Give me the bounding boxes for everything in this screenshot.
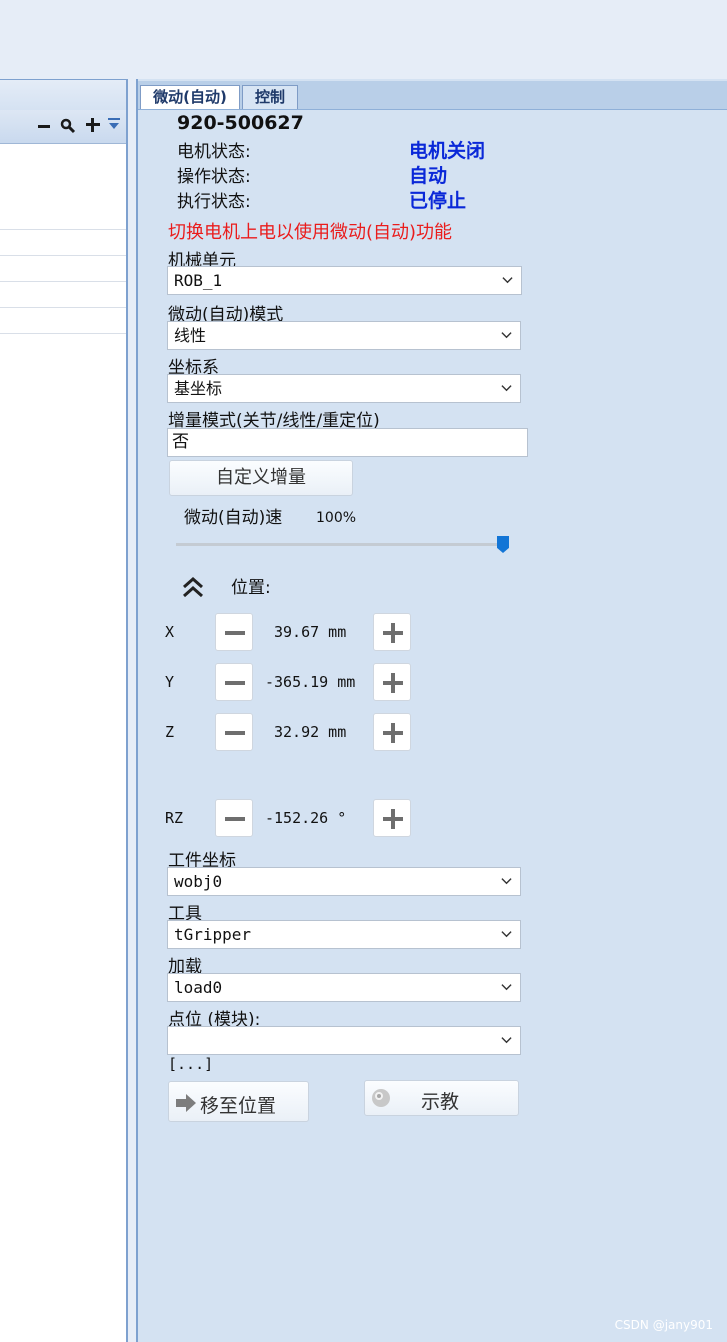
mech-unit-value: ROB_1 xyxy=(174,271,223,290)
list-row-divider xyxy=(0,255,126,256)
jog-mode-value: 线性 xyxy=(174,326,207,345)
watermark: CSDN @jany901 xyxy=(614,1318,713,1332)
z-plus-button[interactable] xyxy=(373,713,411,751)
teach-pin-icon xyxy=(372,1089,390,1107)
motor-warning: 切换电机上电以使用微动(自动)功能 xyxy=(168,222,453,243)
load-select[interactable]: load0 xyxy=(167,973,521,1002)
jog-speed-label: 微动(自动)速 xyxy=(184,508,283,528)
chevron-down-icon xyxy=(501,1037,512,1044)
point-module-select[interactable] xyxy=(167,1026,521,1055)
rz-plus-button[interactable] xyxy=(373,799,411,837)
move-to-position-label: 移至位置 xyxy=(200,1095,277,1117)
minus-icon xyxy=(225,731,245,735)
minus-icon[interactable] xyxy=(37,120,51,132)
left-panel-header xyxy=(0,79,126,111)
rz-minus-button[interactable] xyxy=(215,799,253,837)
chevron-down-icon xyxy=(501,984,512,991)
tab-control[interactable]: 控制 xyxy=(242,85,298,109)
list-row-divider xyxy=(0,229,126,230)
operation-state-label: 操作状态: xyxy=(177,167,251,187)
list-row-divider xyxy=(0,281,126,282)
axis-y-value: -365.19 mm xyxy=(265,673,356,691)
motor-state-value: 电机关闭 xyxy=(409,140,486,162)
axis-z-name: Z xyxy=(165,723,175,741)
jog-mode-select[interactable]: 线性 xyxy=(167,321,521,350)
tool-value: tGripper xyxy=(174,925,252,944)
point-browse-ellipsis[interactable]: [...] xyxy=(168,1055,213,1073)
list-row-divider xyxy=(0,307,126,308)
z-minus-button[interactable] xyxy=(215,713,253,751)
list-row-divider xyxy=(0,333,126,334)
chevron-down-icon xyxy=(501,332,512,339)
custom-increment-button[interactable]: 自定义增量 xyxy=(169,460,353,496)
position-label: 位置: xyxy=(231,578,271,598)
y-minus-button[interactable] xyxy=(215,663,253,701)
increment-mode-field[interactable]: 否 xyxy=(167,428,528,457)
minus-icon xyxy=(225,817,245,821)
axis-x-name: X xyxy=(165,623,175,641)
workobject-value: wobj0 xyxy=(174,872,223,891)
axis-x-value: 39.67 mm xyxy=(274,623,347,641)
tab-jog-auto[interactable]: 微动(自动) xyxy=(140,85,240,109)
tool-select[interactable]: tGripper xyxy=(167,920,521,949)
axis-y-name: Y xyxy=(165,673,175,691)
chevron-down-icon xyxy=(502,277,513,284)
left-panel xyxy=(0,79,128,1342)
axis-rz-name: RZ xyxy=(165,809,184,827)
minus-icon xyxy=(225,681,245,685)
search-icon[interactable] xyxy=(60,118,76,134)
axis-z-value: 32.92 mm xyxy=(274,723,347,741)
dropdown-icon[interactable] xyxy=(107,116,121,134)
arrow-right-icon xyxy=(176,1094,196,1112)
x-plus-button[interactable] xyxy=(373,613,411,651)
execution-state-label: 执行状态: xyxy=(177,192,251,212)
coord-system-value: 基坐标 xyxy=(174,379,223,398)
jog-speed-value: 100% xyxy=(316,510,357,526)
chevron-down-icon xyxy=(501,878,512,885)
teach-button[interactable]: 示教 xyxy=(364,1080,519,1116)
motor-state-label: 电机状态: xyxy=(177,142,251,162)
x-minus-button[interactable] xyxy=(215,613,253,651)
device-id: 920-500627 xyxy=(177,112,304,134)
jog-speed-slider-track[interactable] xyxy=(176,543,508,546)
y-plus-button[interactable] xyxy=(373,663,411,701)
execution-state-value: 已停止 xyxy=(409,190,467,212)
collapse-chevrons-icon[interactable] xyxy=(180,574,206,600)
move-to-position-button[interactable]: 移至位置 xyxy=(168,1081,309,1122)
left-panel-toolbar xyxy=(0,110,126,144)
axis-rz-value: -152.26 ° xyxy=(265,809,347,827)
chevron-down-icon xyxy=(501,931,512,938)
workobject-select[interactable]: wobj0 xyxy=(167,867,521,896)
load-value: load0 xyxy=(174,978,223,997)
mech-unit-select[interactable]: ROB_1 xyxy=(167,266,522,295)
chevron-down-icon xyxy=(501,385,512,392)
plus-icon[interactable] xyxy=(86,118,100,132)
minus-icon xyxy=(225,631,245,635)
coord-system-select[interactable]: 基坐标 xyxy=(167,374,521,403)
teach-label: 示教 xyxy=(421,1091,460,1113)
operation-state-value: 自动 xyxy=(409,165,448,187)
